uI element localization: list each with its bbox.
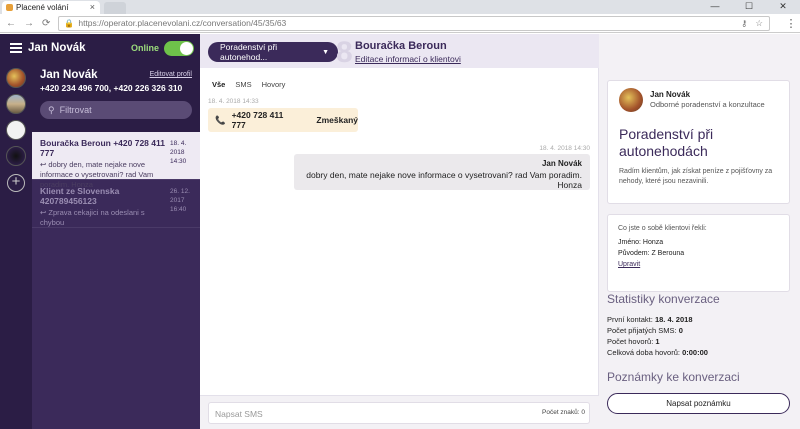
stat-value: 18. 4. 2018 — [654, 315, 693, 324]
service-dropdown[interactable]: Poradenství při autonehod... ▼ — [208, 42, 338, 62]
stat-duration: Celková doba hovorů: 0:00:00 — [607, 347, 708, 358]
stat-sms: Počet přijatých SMS: 0 — [607, 325, 708, 336]
operator-name: Jan Novák — [650, 90, 691, 99]
client-info-heading: Co jste o sobě klientovi řekli: — [618, 225, 707, 232]
conversation-preview: ↩ Zprava cekajici na odeslani s chybou — [40, 208, 145, 227]
account-avatar[interactable] — [6, 120, 26, 140]
filter-input[interactable]: ⚲ Filtrovat — [40, 101, 192, 119]
filter-placeholder: Filtrovat — [59, 105, 92, 115]
back-icon[interactable]: ← — [6, 18, 16, 29]
caret-down-icon: ▼ — [322, 48, 329, 56]
message-filter-tabs: Vše SMS Hovory — [212, 80, 285, 89]
profile-panel: Jan Novák Editovat profil +420 234 496 7… — [32, 62, 200, 132]
outgoing-message: Jan Novák dobry den, mate nejake nove in… — [294, 154, 590, 190]
online-label: Online — [130, 43, 159, 53]
client-info-card: Co jste o sobě klientovi řekli: Jméno: H… — [607, 214, 790, 292]
favicon-icon — [6, 4, 13, 11]
stat-label: Počet přijatých SMS: — [607, 326, 677, 335]
stat-label: Celková doba hovorů: — [607, 348, 680, 357]
account-rail: + — [0, 34, 32, 429]
tab-calls[interactable]: Hovory — [262, 80, 286, 89]
operator-name: Jan Novák — [28, 42, 86, 54]
write-note-button[interactable]: Napsat poznámku — [607, 393, 790, 414]
conversation-item[interactable]: Klient ze Slovenska 420789456123 26. 12.… — [32, 180, 200, 228]
call-status: Zmeškaný — [316, 115, 358, 125]
tab-sms[interactable]: SMS — [235, 80, 251, 89]
browser-tabstrip: Placené volání × — ☐ ✕ — [0, 0, 800, 14]
operator-avatar — [619, 88, 643, 112]
maximize-icon[interactable]: ☐ — [732, 0, 766, 14]
stat-value: 1 — [655, 337, 660, 346]
message-timestamp: 18. 4. 2018 14:30 — [539, 145, 590, 152]
phone-icon: 📞 — [215, 114, 226, 125]
conversation-number-watermark: 8 — [336, 36, 353, 69]
window-controls: — ☐ ✕ — [698, 0, 800, 14]
app: + Jan Novák Online Jan Novák Editovat pr… — [0, 34, 800, 429]
search-icon: ⚲ — [48, 104, 55, 115]
sidebar-header: Jan Novák Online — [28, 34, 200, 62]
reload-icon[interactable]: ⟳ — [42, 18, 50, 29]
key-icon[interactable]: ⚷ — [741, 18, 747, 29]
profile-phones: +420 234 496 700, +420 226 326 310 — [40, 83, 183, 93]
star-icon[interactable]: ☆ — [755, 18, 763, 29]
stat-label: První kontakt: — [607, 315, 653, 324]
lock-icon: 🔒 — [64, 18, 75, 28]
stats-title: Statistiky konverzace — [607, 292, 720, 306]
online-toggle[interactable] — [164, 40, 194, 56]
address-bar[interactable]: 🔒 https://operator.placenevolani.cz/conve… — [58, 15, 770, 31]
conversation-item[interactable]: Bouračka Beroun +420 728 411 777 18. 4. … — [32, 132, 200, 189]
forward-icon[interactable]: → — [24, 18, 34, 29]
missed-call-entry: 📞 +420 728 411 777 Zmeškaný — [208, 108, 358, 132]
message-author: Jan Novák — [541, 159, 582, 168]
sms-input[interactable]: Napsat SMS — [208, 402, 590, 424]
service-title: Poradenství při autonehodách — [619, 126, 714, 159]
edit-client-info-link[interactable]: Upravit — [618, 261, 640, 268]
conversation-date: 26. 12. 2017 16:40 — [170, 188, 190, 213]
client-origin: Původem: Z Berouna — [618, 250, 685, 257]
stat-first-contact: První kontakt: 18. 4. 2018 — [607, 314, 708, 325]
call-number: +420 728 411 777 — [231, 110, 284, 130]
hamburger-icon[interactable] — [10, 43, 22, 53]
char-count: Počet znaků: 0 — [542, 409, 585, 416]
browser-menu-icon[interactable]: ⋮ — [782, 17, 800, 30]
call-timestamp: 18. 4. 2018 14:33 — [208, 98, 259, 105]
online-status: Online — [130, 40, 200, 56]
close-tab-icon[interactable]: × — [90, 2, 95, 12]
service-dropdown-label: Poradenství při autonehod... — [220, 42, 278, 62]
service-card: Jan Novák Odborné poradenství a konzulta… — [607, 80, 790, 204]
edit-profile-link[interactable]: Editovat profil — [150, 71, 192, 78]
stat-value: 0 — [678, 326, 683, 335]
tab-title: Placené volání — [16, 3, 69, 12]
stat-calls: Počet hovorů: 1 — [607, 336, 708, 347]
close-window-icon[interactable]: ✕ — [766, 0, 800, 14]
message-text: dobry den, mate nejake nove informace o … — [306, 170, 582, 190]
new-tab-button[interactable] — [104, 2, 126, 14]
conversation-title: Bouračka Beroun +420 728 411 777 — [40, 138, 165, 158]
sms-composer: Napsat SMS Počet znaků: 0 — [200, 395, 599, 429]
client-name: Jméno: Honza — [618, 239, 664, 246]
url-text: https://operator.placenevolani.cz/conver… — [78, 18, 287, 28]
operator-role: Odborné poradenství a konzultace — [650, 100, 765, 109]
info-panel: Jan Novák Odborné poradenství a konzulta… — [599, 34, 800, 429]
stat-label: Počet hovorů: — [607, 337, 654, 346]
conversation-sidebar: Jan Novák Online Jan Novák Editovat prof… — [28, 34, 200, 429]
service-description: Radím klientům, jak získat peníze z poji… — [619, 168, 773, 185]
account-avatar[interactable] — [6, 68, 26, 88]
conversation-title: Bouračka Beroun — [355, 40, 447, 52]
add-account-icon[interactable]: + — [7, 174, 25, 192]
conversation-date: 18. 4. 2018 14:30 — [170, 140, 187, 165]
stats-list: První kontakt: 18. 4. 2018 Počet přijatý… — [607, 314, 708, 358]
account-avatar[interactable] — [6, 146, 26, 166]
account-avatar[interactable] — [6, 94, 26, 114]
chat-panel: Poradenství při autonehod... ▼ 8 Bouračka… — [200, 34, 799, 429]
minimize-icon[interactable]: — — [698, 0, 732, 14]
address-bar-row: ← → ⟳ 🔒 https://operator.placenevolani.cz… — [0, 14, 800, 33]
notes-title: Poznámky ke konverzaci — [607, 370, 740, 384]
conversation-title: Klient ze Slovenska 420789456123 — [40, 186, 120, 206]
tab-all[interactable]: Vše — [212, 80, 225, 89]
edit-client-link[interactable]: Editace informací o klientovi — [355, 54, 461, 64]
stat-value: 0:00:00 — [682, 348, 708, 357]
browser-tab[interactable]: Placené volání × — [2, 1, 100, 14]
